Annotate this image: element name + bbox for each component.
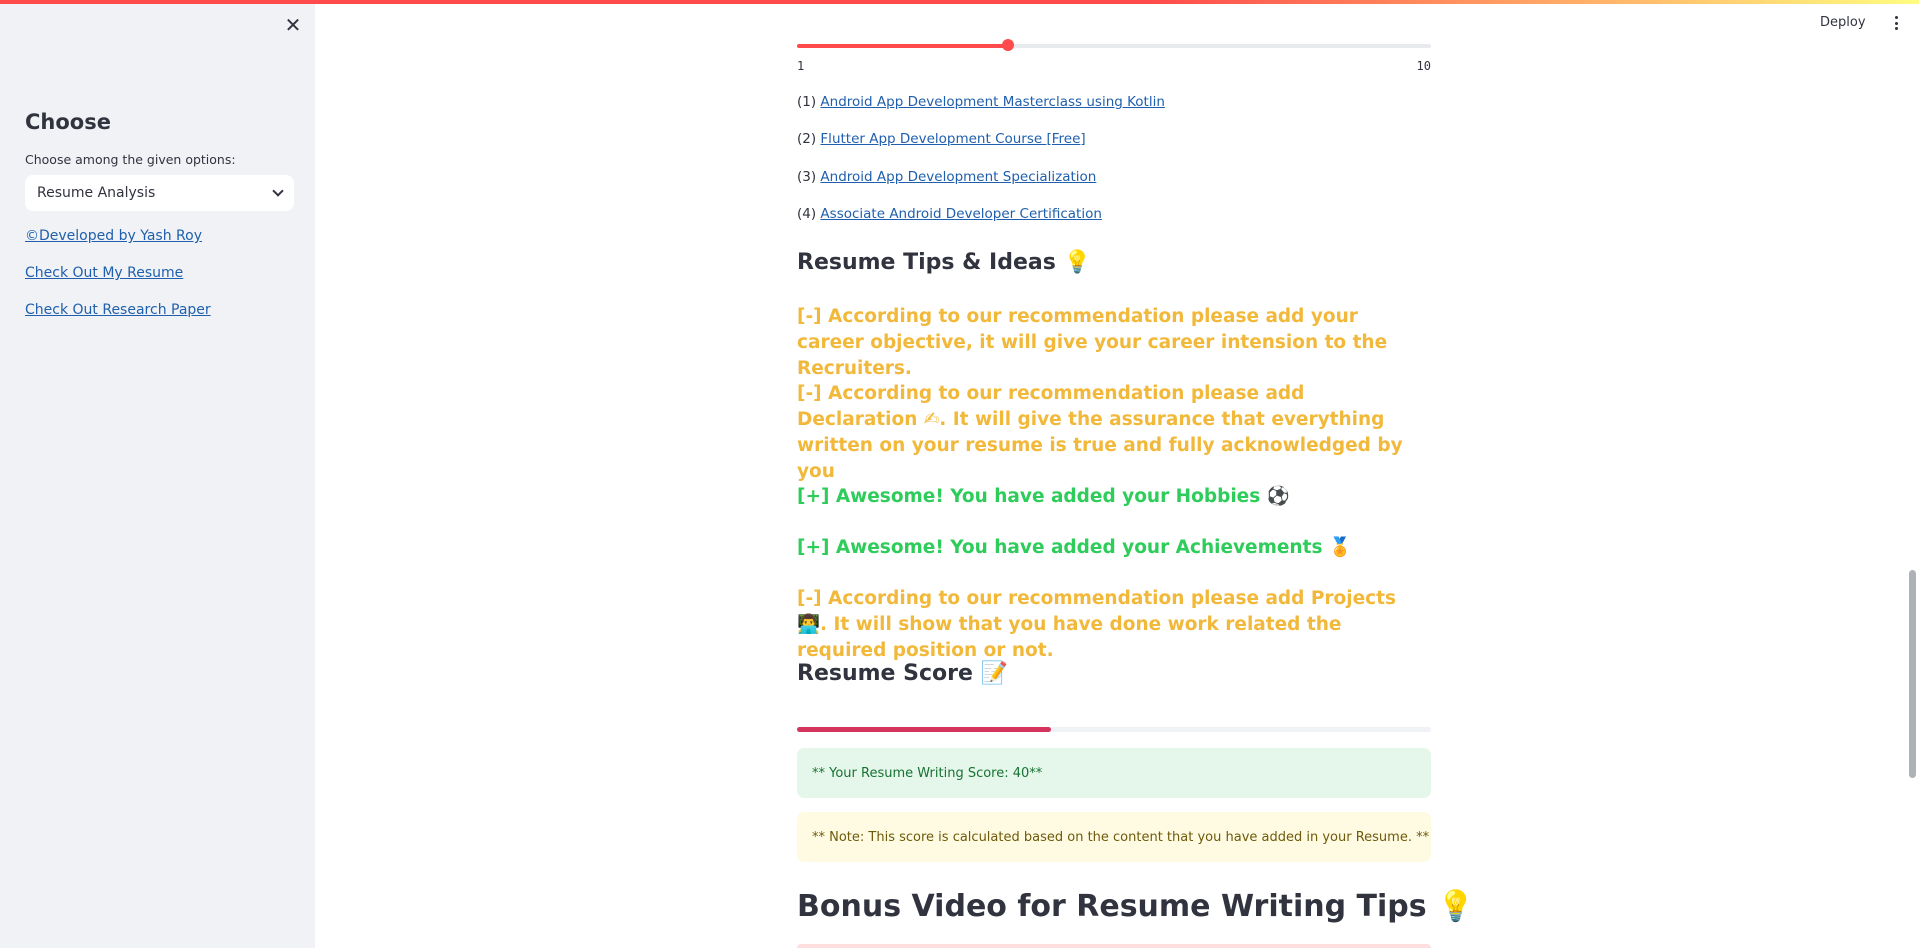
score-note-alert: ** Note: This score is calculated based …: [797, 812, 1431, 862]
course-link[interactable]: Android App Development Masterclass usin…: [820, 94, 1164, 110]
course-index: (4): [797, 206, 817, 222]
chevron-down-icon: [272, 185, 284, 197]
score-progress-bar: [797, 727, 1431, 732]
close-icon[interactable]: ✕: [282, 14, 304, 36]
slider-min-label: 1: [797, 59, 805, 73]
tip-hobbies: [+] Awesome! You have added your Hobbies…: [797, 486, 1290, 507]
score-progress-fill: [797, 727, 1051, 732]
select-label: Choose among the given options:: [25, 152, 236, 167]
course-link[interactable]: Flutter App Development Course [Free]: [820, 131, 1085, 147]
tip-declaration: [-] According to our recommendation plea…: [797, 383, 1403, 482]
score-success-alert: ** Your Resume Writing Score: 40**: [797, 748, 1431, 798]
developed-by-link[interactable]: ©Developed by Yash Roy: [25, 228, 202, 244]
tips-heading: Resume Tips & Ideas 💡: [797, 250, 1091, 275]
tip-projects: [-] According to our recommendation plea…: [797, 588, 1396, 661]
top-decoration-bar: [0, 0, 1919, 4]
course-link[interactable]: Associate Android Developer Certificatio…: [820, 206, 1102, 222]
course-index: (1): [797, 94, 817, 110]
scrollbar-track[interactable]: [1906, 0, 1919, 948]
deploy-button[interactable]: Deploy: [1820, 15, 1866, 30]
select-value: Resume Analysis: [37, 185, 156, 201]
course-link[interactable]: Android App Development Specialization: [820, 169, 1096, 185]
sidebar: ✕ Choose Choose among the given options:…: [0, 0, 315, 948]
course-index: (2): [797, 131, 817, 147]
bonus-video-heading: Bonus Video for Resume Writing Tips 💡: [797, 889, 1475, 924]
slider-thumb[interactable]: [1002, 39, 1015, 51]
course-item: (2) Flutter App Development Course [Free…: [797, 131, 1086, 147]
course-item: (1) Android App Development Masterclass …: [797, 94, 1165, 110]
tip-achievements: [+] Awesome! You have added your Achieve…: [797, 537, 1352, 558]
kebab-menu-icon[interactable]: [1889, 14, 1903, 32]
next-section-edge: [797, 944, 1431, 948]
slider-max-label: 10: [1416, 59, 1431, 73]
score-heading: Resume Score 📝: [797, 661, 1008, 686]
course-count-slider-track[interactable]: [797, 44, 1431, 48]
sidebar-heading: Choose: [25, 110, 111, 134]
tip-career-objective: [-] According to our recommendation plea…: [797, 306, 1388, 379]
course-item: (4) Associate Android Developer Certific…: [797, 206, 1102, 222]
slider-fill: [797, 44, 1009, 48]
course-item: (3) Android App Development Specializati…: [797, 169, 1096, 185]
research-paper-link[interactable]: Check Out Research Paper: [25, 302, 211, 318]
my-resume-link[interactable]: Check Out My Resume: [25, 265, 183, 281]
course-index: (3): [797, 169, 817, 185]
scrollbar-thumb[interactable]: [1909, 570, 1916, 778]
choice-select[interactable]: Resume Analysis: [25, 175, 294, 211]
